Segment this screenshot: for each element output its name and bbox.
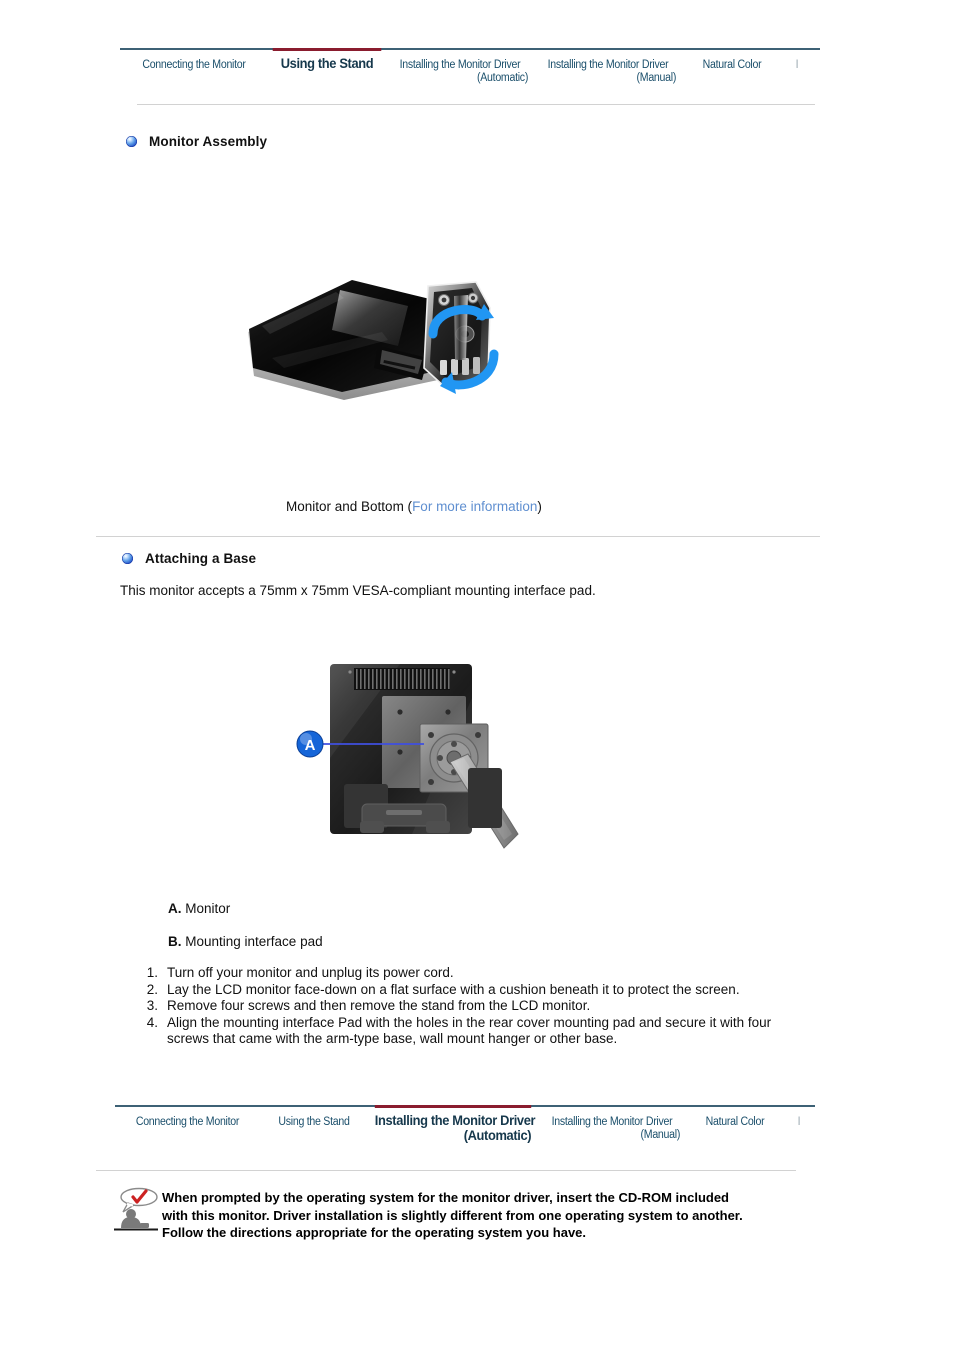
nav-item-label: Natural Color xyxy=(705,1116,765,1128)
section-heading-attaching-a-base: Attaching a Base xyxy=(122,551,256,566)
section-title: Attaching a Base xyxy=(145,551,257,566)
person-arm xyxy=(140,1223,149,1228)
nav-item-installing-driver-automatic[interactable]: Installing the Monitor Driver (Automatic… xyxy=(374,1105,536,1143)
top-navigation-bar: Connecting the Monitor Using the Stand I… xyxy=(120,48,820,98)
nav-item-sublabel: (Automatic) xyxy=(463,1127,532,1143)
nav-item-label: Using the Stand xyxy=(280,55,374,71)
nav-item-label: I xyxy=(797,1116,801,1128)
figure-monitor-and-bottom xyxy=(232,268,528,408)
step-text: Align the mounting interface Pad with th… xyxy=(167,1014,772,1047)
nav-item-natural-color[interactable]: Natural Color xyxy=(686,50,778,72)
nav-item-installing-driver-manual[interactable]: Installing the Monitor Driver (Manual) xyxy=(540,50,677,85)
step-text: Lay the LCD monitor face-down on a flat … xyxy=(167,981,740,997)
nav-item-connecting-the-monitor[interactable]: Connecting the Monitor xyxy=(126,50,262,72)
nav-item-using-the-stand[interactable]: Using the Stand xyxy=(264,1107,363,1129)
person-body xyxy=(121,1217,141,1228)
foot-pad-left xyxy=(360,821,384,833)
blue-sphere-bullet-icon xyxy=(122,553,133,564)
label-b-mounting-interface-pad: B. Mounting interface pad xyxy=(168,934,323,949)
nav-item-sublabel: (Manual) xyxy=(640,1129,681,1141)
nav-item-connecting-the-monitor[interactable]: Connecting the Monitor xyxy=(121,1107,254,1129)
nav-item-installing-driver-manual[interactable]: Installing the Monitor Driver (Manual) xyxy=(544,1107,681,1142)
step-number: 4. xyxy=(146,1014,158,1030)
list-item: 4. Align the mounting interface Pad with… xyxy=(134,1015,774,1048)
active-tab-underline xyxy=(272,48,382,51)
list-item: 1. Turn off your monitor and unplug its … xyxy=(134,965,774,982)
nav-item-label: Installing the Monitor Driver xyxy=(399,59,521,71)
nav-item-label: Using the Stand xyxy=(278,1116,350,1128)
hinge-cover-slot xyxy=(386,810,422,815)
callout-badge-a: A xyxy=(296,730,324,758)
monitor-assembly-illustration xyxy=(248,280,499,400)
note-person-speech-bubble-icon xyxy=(110,1186,162,1238)
attaching-base-intro-text: This monitor accepts a 75mm x 75mm VESA-… xyxy=(120,583,596,598)
nav-item-sublabel: (Automatic) xyxy=(477,72,529,84)
stand-fin-3 xyxy=(462,358,469,375)
for-more-information-link[interactable]: For more information xyxy=(412,499,537,514)
hinge-pin-right xyxy=(470,295,476,301)
note-icon-svg xyxy=(114,1187,158,1231)
ventilation-slots xyxy=(348,668,456,690)
callout-badge-letter: A xyxy=(305,737,316,754)
nav-item-truncated[interactable]: I xyxy=(783,50,811,72)
active-tab-underline xyxy=(374,1105,532,1108)
figure-caption-monitor-and-bottom: Monitor and Bottom (For more information… xyxy=(286,499,542,514)
nav-item-label: Installing the Monitor Driver xyxy=(547,59,669,71)
step-number: 1. xyxy=(146,965,158,980)
rear-cover-right-panel xyxy=(468,768,502,828)
blue-sphere-bullet-icon xyxy=(126,136,137,147)
nav-item-label: Connecting the Monitor xyxy=(142,59,246,71)
label-b-key: B. xyxy=(168,934,182,949)
icon-baseline xyxy=(114,1228,158,1231)
stand-fin-4 xyxy=(473,357,480,374)
hinge-pin-left xyxy=(441,297,447,303)
bubble-tail-join xyxy=(126,1202,134,1207)
nav-item-label: Natural Color xyxy=(702,59,762,71)
stand-fin-1 xyxy=(440,360,447,375)
attaching-base-steps-list: 1. Turn off your monitor and unplug its … xyxy=(134,965,774,1048)
nav-item-sublabel: (Manual) xyxy=(636,72,677,84)
nav-item-label: Connecting the Monitor xyxy=(135,1116,240,1128)
figure-attaching-a-base: A xyxy=(292,658,552,858)
content-divider-top xyxy=(137,104,815,105)
list-item: 3. Remove four screws and then remove th… xyxy=(134,998,774,1015)
step-number: 2. xyxy=(146,981,158,997)
label-a-text: Monitor xyxy=(181,901,231,916)
content-divider-middle xyxy=(96,536,820,537)
nav-item-installing-driver-automatic[interactable]: Installing the Monitor Driver (Automatic… xyxy=(392,50,529,85)
speech-bubble xyxy=(120,1187,158,1207)
label-a-key: A. xyxy=(168,901,182,916)
label-a-monitor: A. Monitor xyxy=(168,901,230,916)
note-text: When prompted by the operating system fo… xyxy=(162,1190,743,1240)
vesa-mount-illustration: A xyxy=(296,664,519,849)
nav-item-using-the-stand[interactable]: Using the Stand xyxy=(272,48,382,71)
nav-item-truncated[interactable]: I xyxy=(785,1107,813,1129)
nav-item-label: I xyxy=(795,59,799,71)
content-divider-bottom xyxy=(96,1170,796,1171)
stand-neck xyxy=(454,295,468,360)
step-number: 3. xyxy=(146,998,158,1013)
section-heading-monitor-assembly: Monitor Assembly xyxy=(126,134,267,149)
step-text: Remove four screws and then remove the s… xyxy=(167,998,591,1013)
nav-item-natural-color[interactable]: Natural Color xyxy=(690,1107,780,1129)
nav-item-label: Installing the Monitor Driver xyxy=(374,1112,536,1128)
list-item: 2. Lay the LCD monitor face-down on a fl… xyxy=(134,982,774,999)
caption-prefix: Monitor and Bottom ( xyxy=(286,499,413,514)
foot-pad-right xyxy=(426,821,450,833)
step-text: Turn off your monitor and unplug its pow… xyxy=(167,965,454,980)
section-title: Monitor Assembly xyxy=(149,134,268,149)
bottom-navigation-bar: Connecting the Monitor Using the Stand I… xyxy=(115,1105,815,1155)
caption-suffix: ) xyxy=(537,499,542,514)
label-b-text: Mounting interface pad xyxy=(181,934,323,949)
nav-item-label: Installing the Monitor Driver xyxy=(551,1116,673,1128)
note-callout: When prompted by the operating system fo… xyxy=(110,1186,770,1242)
